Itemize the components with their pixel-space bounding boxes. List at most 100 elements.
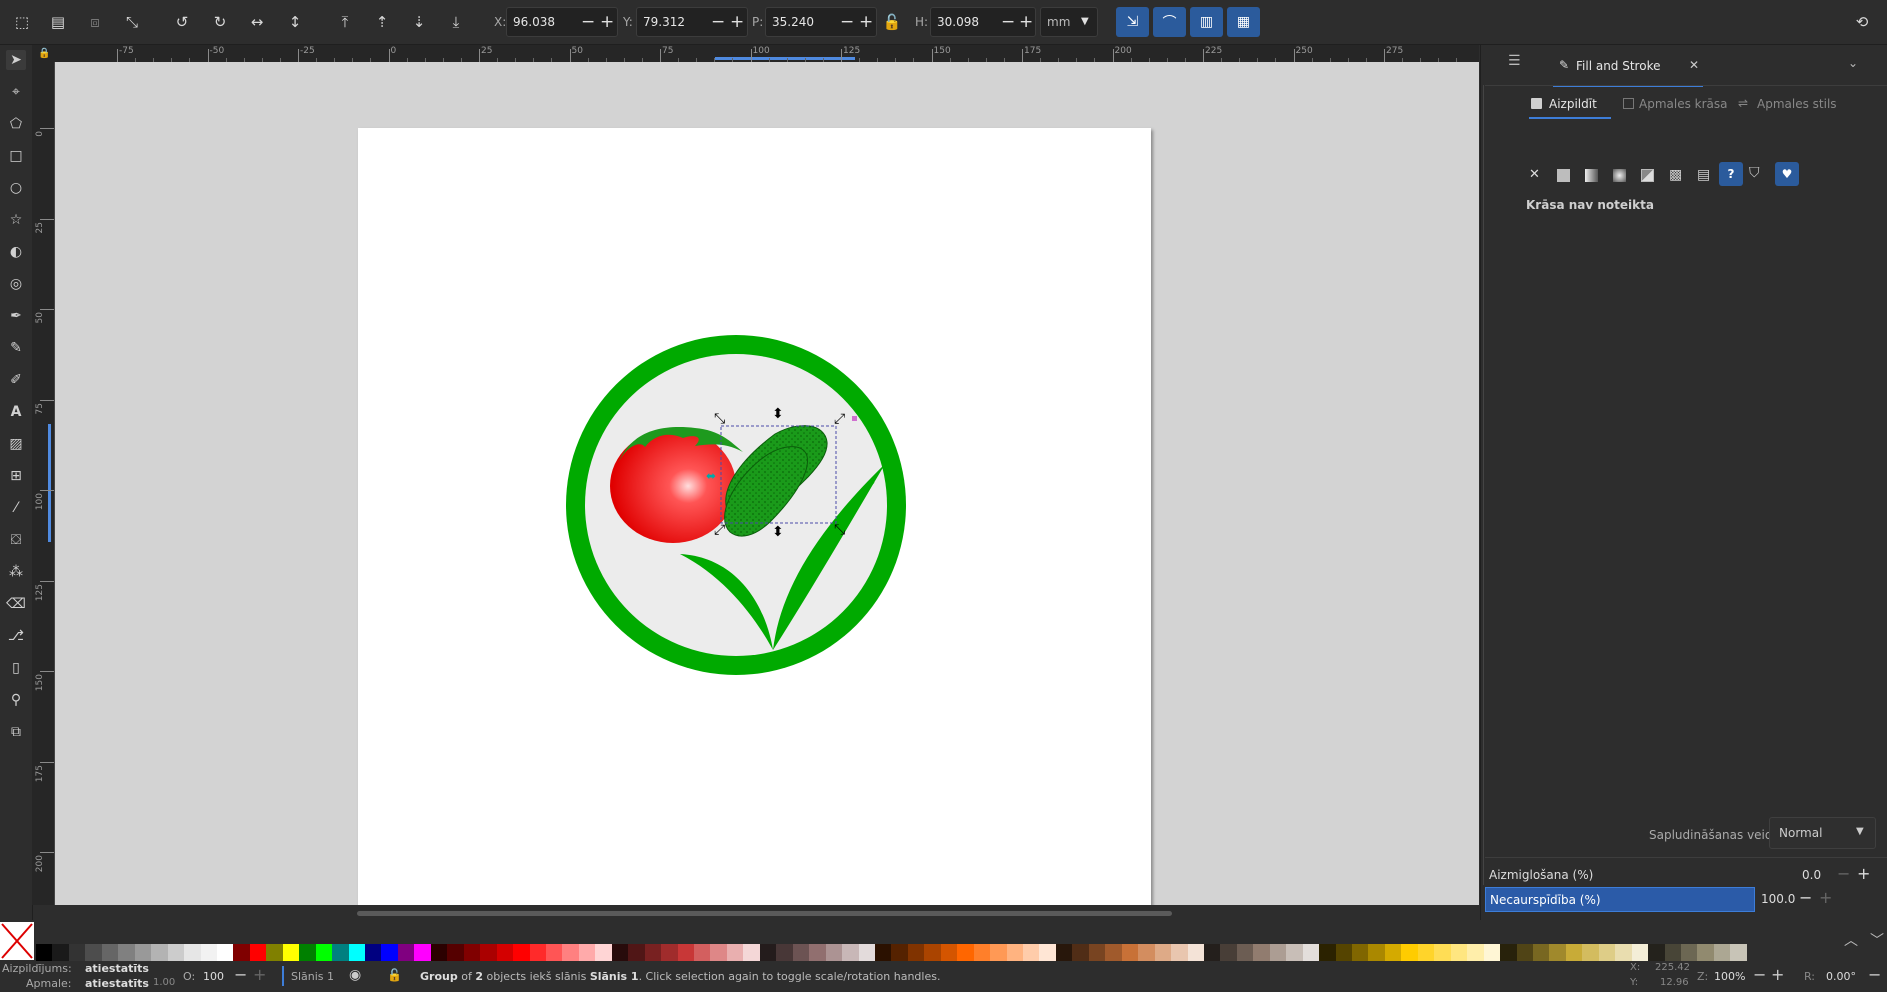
lower-to-bottom-icon[interactable]: ⤓ xyxy=(446,12,466,32)
resize-handle-w[interactable]: ⬌ xyxy=(706,469,716,483)
color-swatch[interactable] xyxy=(1302,944,1320,961)
color-swatch[interactable] xyxy=(562,944,580,961)
blur-row[interactable]: Aizmiglošana (%) 0.0 − + xyxy=(1485,862,1885,888)
connector-tool-icon[interactable]: ⎇ xyxy=(6,626,26,646)
plus-icon[interactable]: + xyxy=(1019,12,1033,32)
color-swatch[interactable] xyxy=(1220,944,1238,961)
color-swatch[interactable] xyxy=(1615,944,1633,961)
color-swatch[interactable] xyxy=(1598,944,1616,961)
opacity-row[interactable]: 100.0 − + xyxy=(1755,887,1885,912)
vertical-ruler[interactable]: 0 25 50 75 100 125 150 175 200 xyxy=(32,62,55,905)
color-swatch[interactable] xyxy=(1713,944,1731,961)
rotate-ccw-icon[interactable]: ↺ xyxy=(172,12,192,32)
color-swatch[interactable] xyxy=(480,944,498,961)
logo-group[interactable] xyxy=(566,335,906,675)
color-swatch[interactable] xyxy=(1384,944,1402,961)
color-swatch[interactable] xyxy=(1434,944,1452,961)
color-swatch[interactable] xyxy=(726,944,744,961)
color-swatch[interactable] xyxy=(1006,944,1024,961)
color-swatch[interactable] xyxy=(644,944,662,961)
color-swatch[interactable] xyxy=(184,944,202,961)
color-swatch[interactable] xyxy=(463,944,481,961)
color-swatch[interactable] xyxy=(1154,944,1172,961)
color-swatch[interactable] xyxy=(134,944,152,961)
minus-icon[interactable]: − xyxy=(840,12,854,32)
current-layer[interactable]: Slānis 1 xyxy=(291,970,334,983)
pen-tool-icon[interactable]: ✒ xyxy=(6,306,26,326)
lock-proportions-icon[interactable]: 🔓 xyxy=(882,12,902,32)
horizontal-scroll-thumb[interactable] xyxy=(357,911,1172,916)
resize-handle-ne[interactable]: ⤢ xyxy=(834,411,845,427)
plus-icon[interactable]: + xyxy=(730,12,744,32)
deselect-icon[interactable]: ⧈ xyxy=(85,12,105,32)
swatch-icon[interactable]: ▤ xyxy=(1697,167,1710,183)
x-field[interactable]: 96.038 − + xyxy=(506,7,618,37)
resize-handle-n[interactable]: ⬍ xyxy=(772,406,784,422)
color-swatch[interactable] xyxy=(1253,944,1271,961)
chevron-down-icon[interactable]: ⌄ xyxy=(1848,56,1858,70)
color-swatch[interactable] xyxy=(1105,944,1123,961)
3d-box-tool-icon[interactable]: ◐ xyxy=(6,242,26,262)
resize-handle-nw[interactable]: ⤡ xyxy=(714,411,725,427)
color-swatch[interactable] xyxy=(233,944,251,961)
subtab-fill[interactable]: Aizpildīt xyxy=(1529,91,1611,119)
zoom-plus-icon[interactable]: + xyxy=(1771,965,1784,984)
color-swatch[interactable] xyxy=(381,944,399,961)
lower-icon[interactable]: ⇣ xyxy=(409,12,429,32)
subtab-stroke-paint[interactable]: Apmales krāsa xyxy=(1621,91,1731,117)
measure-tool-icon[interactable]: ▯ xyxy=(6,658,26,678)
lock-icon[interactable]: 🔓 xyxy=(387,968,402,982)
paint-bucket-tool-icon[interactable]: ⛋ xyxy=(6,530,26,550)
plus-icon[interactable]: + xyxy=(1819,888,1832,907)
color-swatch[interactable] xyxy=(1730,944,1748,961)
color-swatch[interactable] xyxy=(907,944,925,961)
color-swatch[interactable] xyxy=(496,944,514,961)
color-swatch[interactable] xyxy=(249,944,267,961)
color-swatch[interactable] xyxy=(776,944,794,961)
color-swatch[interactable] xyxy=(1417,944,1435,961)
mesh-tool-icon[interactable]: ⊞ xyxy=(6,466,26,486)
color-swatch[interactable] xyxy=(1023,944,1040,961)
color-swatch[interactable] xyxy=(365,944,382,961)
color-swatch[interactable] xyxy=(315,944,333,961)
color-swatch[interactable] xyxy=(1532,944,1550,961)
fill-rule-evenodd-icon[interactable]: ⛉ xyxy=(1749,165,1760,181)
rotate-cw-icon[interactable]: ↻ xyxy=(210,12,230,32)
color-swatch[interactable] xyxy=(1171,944,1189,961)
spray-tool-icon[interactable]: ⁂ xyxy=(6,562,26,582)
eye-icon[interactable]: ◉ xyxy=(349,967,361,983)
color-swatch[interactable] xyxy=(1203,944,1221,961)
canvas[interactable]: ⤡ ⤢ ⤢ ⤡ ⬍ ⬍ ⬌ xyxy=(55,62,1479,905)
rectangle-tool-icon[interactable]: □ xyxy=(6,146,26,166)
color-swatch[interactable] xyxy=(151,944,169,961)
resize-handle-sw[interactable]: ⤢ xyxy=(714,522,725,538)
unit-select[interactable]: mm ▼ xyxy=(1040,7,1098,37)
panel-menu-icon[interactable]: ☰ xyxy=(1508,53,1521,69)
color-swatch[interactable] xyxy=(1631,944,1649,961)
raise-icon[interactable]: ⇡ xyxy=(372,12,392,32)
color-swatch[interactable] xyxy=(842,944,860,961)
color-swatch[interactable] xyxy=(332,944,350,961)
color-swatch[interactable] xyxy=(397,944,415,961)
tweak-tool-icon[interactable]: ⬠ xyxy=(6,114,26,134)
color-swatch[interactable] xyxy=(1549,944,1567,961)
color-swatch[interactable] xyxy=(68,944,86,961)
no-paint-icon[interactable]: ✕ xyxy=(1529,167,1541,182)
linear-gradient-icon[interactable] xyxy=(1585,169,1598,182)
fill-rule-nonzero-icon[interactable]: ♥ xyxy=(1775,162,1799,186)
color-swatch[interactable] xyxy=(1319,944,1337,961)
color-swatch[interactable] xyxy=(858,944,876,961)
color-swatch[interactable] xyxy=(529,944,547,961)
node-tool-icon[interactable]: ⌖ xyxy=(6,82,26,102)
color-swatch[interactable] xyxy=(1039,944,1057,961)
select-all-icon[interactable]: ⬚ xyxy=(12,12,32,32)
color-swatch[interactable] xyxy=(1582,944,1600,961)
color-swatch[interactable] xyxy=(759,944,777,961)
eraser-tool-icon[interactable]: ⌫ xyxy=(6,594,26,614)
color-swatch[interactable] xyxy=(825,944,843,961)
color-swatch[interactable] xyxy=(874,944,892,961)
color-swatch[interactable] xyxy=(1269,944,1287,961)
color-swatch[interactable] xyxy=(101,944,119,961)
color-swatch[interactable] xyxy=(710,944,728,961)
rotation-center-marker[interactable] xyxy=(852,416,857,421)
